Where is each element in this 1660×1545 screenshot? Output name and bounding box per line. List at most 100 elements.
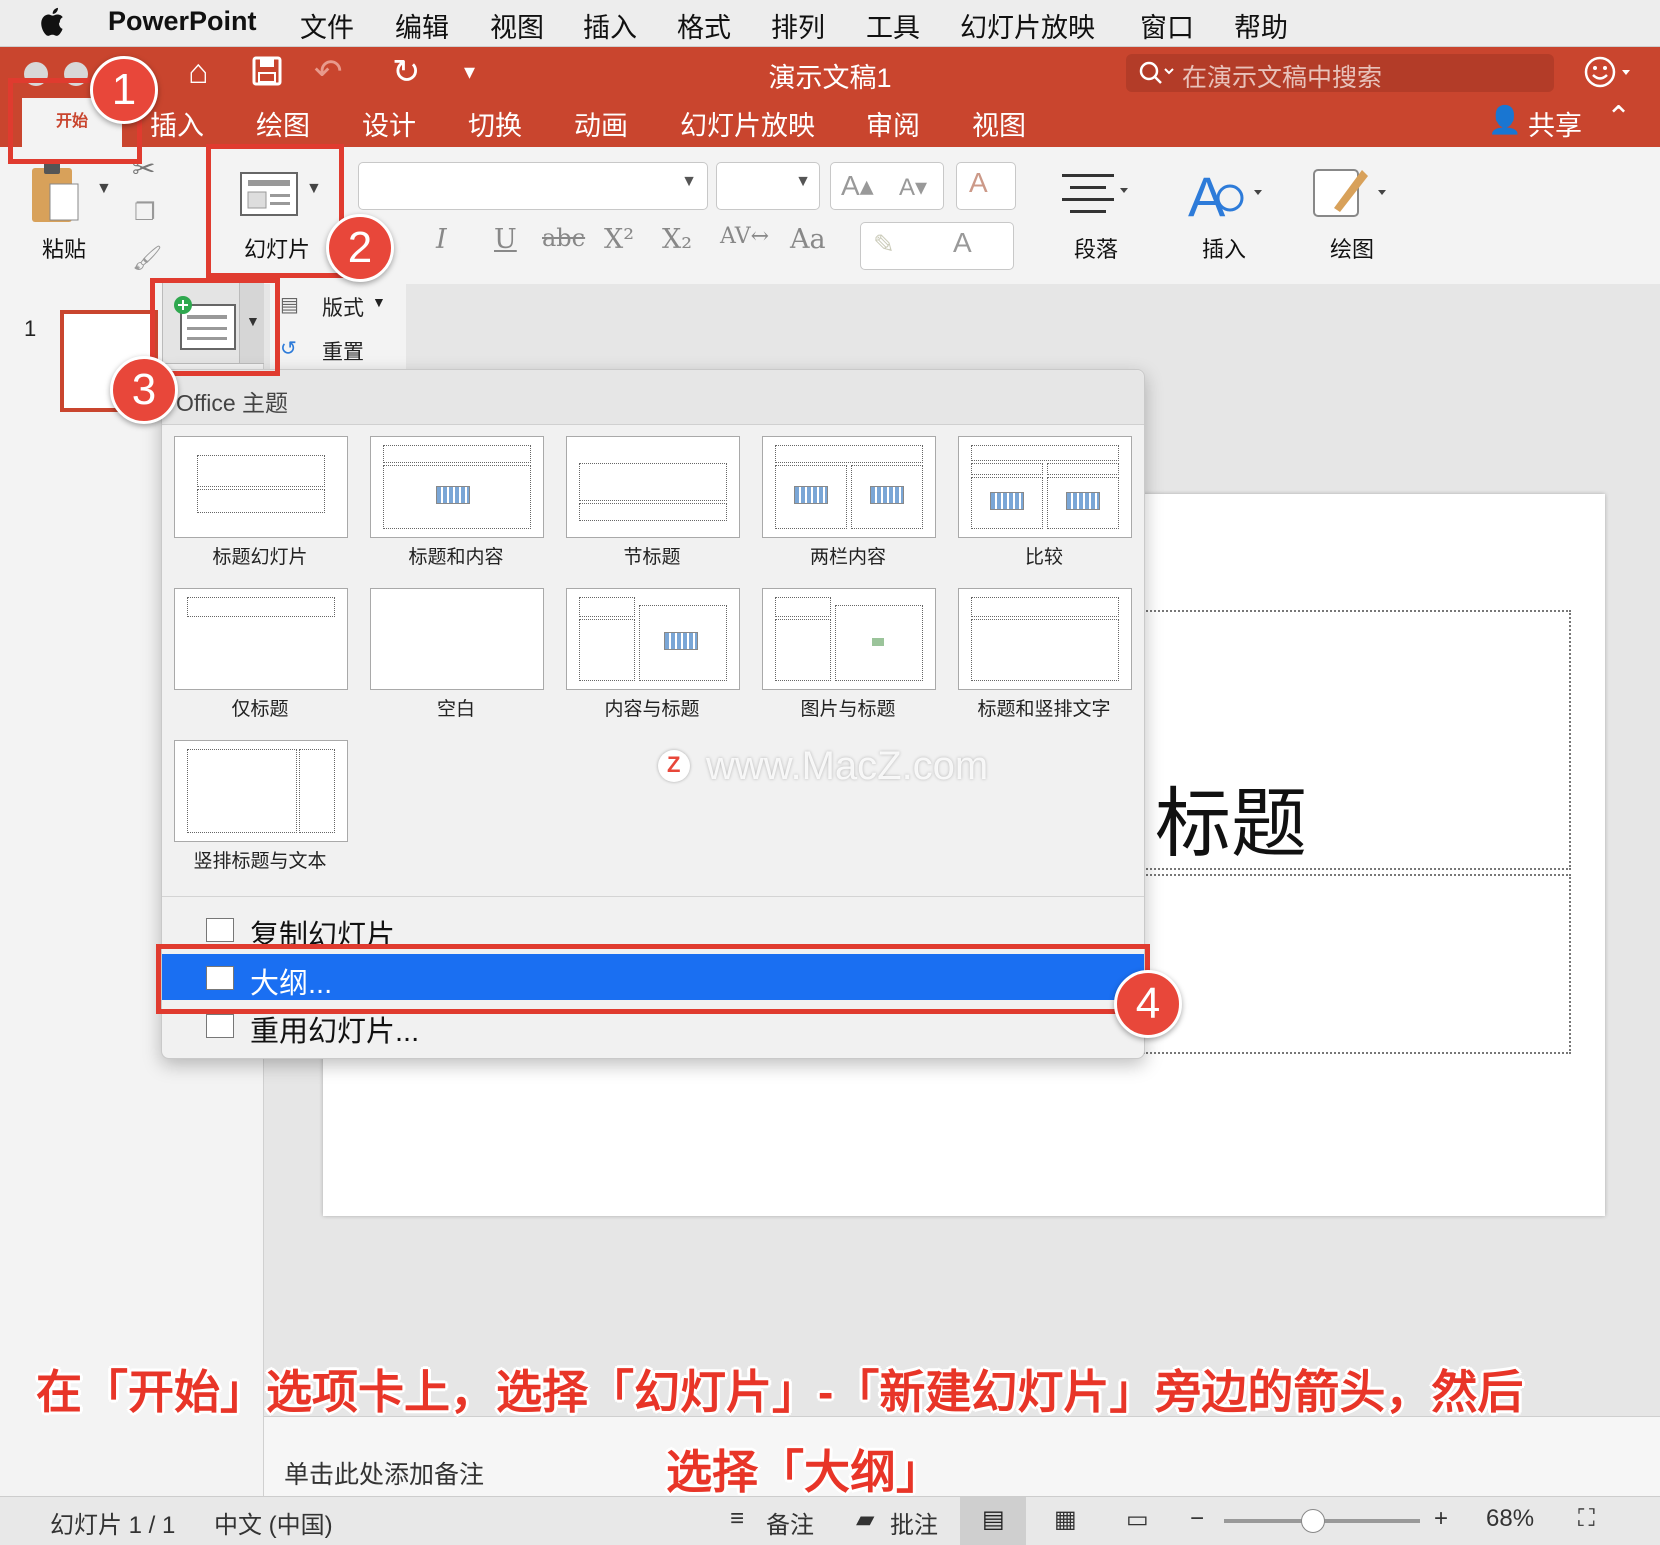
language-indicator[interactable]: 中文 (中国) bbox=[214, 1505, 333, 1540]
menu-format[interactable]: 格式 bbox=[677, 6, 731, 45]
duplicate-slide-icon bbox=[206, 918, 234, 942]
layout-label: 比较 bbox=[1024, 547, 1063, 568]
comments-icon: ▰ bbox=[856, 1506, 875, 1533]
font-name-dropdown-icon[interactable]: ▼ bbox=[681, 173, 697, 191]
highlight-box-outline bbox=[156, 944, 1150, 1014]
customize-toolbar-icon[interactable]: ▾ bbox=[464, 50, 475, 94]
zoom-out-icon[interactable]: − bbox=[1190, 1505, 1204, 1533]
menu-view[interactable]: 视图 bbox=[490, 6, 544, 45]
paragraph-icon[interactable] bbox=[1060, 170, 1130, 214]
home-icon[interactable]: ⌂ bbox=[188, 50, 209, 94]
title-placeholder[interactable]: 标题 bbox=[1143, 610, 1571, 870]
highlight-box-new-slide bbox=[150, 278, 280, 376]
layout-title-slide[interactable] bbox=[174, 436, 348, 538]
superscript-icon[interactable]: X² bbox=[604, 224, 634, 255]
font-size-dropdown-icon[interactable]: ▼ bbox=[795, 173, 811, 191]
theme-header: Office 主题 bbox=[176, 390, 289, 416]
redo-icon[interactable]: ↻ bbox=[392, 50, 421, 94]
shrink-font-icon[interactable]: A▾ bbox=[899, 173, 927, 202]
menu-tools[interactable]: 工具 bbox=[866, 6, 920, 45]
layout-label: 内容与标题 bbox=[604, 699, 700, 720]
layout-label: 标题和竖排文字 bbox=[977, 699, 1111, 720]
tab-animations[interactable]: 动画 bbox=[574, 104, 628, 143]
tab-draw[interactable]: 绘图 bbox=[256, 104, 310, 143]
notes-toggle[interactable]: 备注 bbox=[766, 1505, 814, 1540]
menu-window[interactable]: 窗口 bbox=[1140, 6, 1194, 45]
change-case-icon[interactable]: Aa bbox=[790, 224, 826, 255]
reset-icon: ↺ bbox=[280, 338, 297, 360]
comments-toggle[interactable]: 批注 bbox=[890, 1505, 938, 1540]
underline-icon[interactable]: U bbox=[494, 224, 517, 255]
menu-file[interactable]: 文件 bbox=[300, 6, 354, 45]
copy-icon[interactable]: ❐ bbox=[134, 198, 156, 227]
tab-design[interactable]: 设计 bbox=[362, 104, 416, 143]
collapse-ribbon-icon[interactable]: ⌃ bbox=[1606, 100, 1631, 135]
subscript-icon[interactable]: X₂ bbox=[662, 224, 692, 255]
slide-counter: 幻灯片 1 / 1 bbox=[50, 1512, 176, 1539]
slide-sorter-icon[interactable]: ▦ bbox=[1054, 1505, 1077, 1534]
strikethrough-icon[interactable]: abc bbox=[542, 224, 585, 252]
normal-view-button[interactable]: ▤ bbox=[960, 1497, 1026, 1545]
layout-title-vertical-text[interactable] bbox=[958, 588, 1132, 690]
layout-two-content[interactable] bbox=[762, 436, 936, 538]
layout-title-content[interactable] bbox=[370, 436, 544, 538]
draw-brush-icon[interactable] bbox=[1312, 164, 1388, 224]
apple-icon[interactable] bbox=[40, 4, 68, 38]
tab-review[interactable]: 审阅 bbox=[866, 104, 920, 143]
layout-vertical-title-text[interactable] bbox=[174, 740, 348, 842]
zoom-in-icon[interactable]: + bbox=[1434, 1505, 1448, 1533]
layout-comparison[interactable] bbox=[958, 436, 1132, 538]
tab-insert[interactable]: 插入 bbox=[150, 104, 204, 143]
tab-slideshow[interactable]: 幻灯片放映 bbox=[680, 104, 815, 143]
layout-blank[interactable] bbox=[370, 588, 544, 690]
highlight-icon[interactable]: ✎ bbox=[873, 229, 895, 260]
reading-view-icon[interactable]: ▭ bbox=[1126, 1505, 1149, 1534]
font-color-icon[interactable]: A bbox=[953, 227, 972, 259]
thumbnail-number: 1 bbox=[24, 316, 37, 341]
search-input[interactable]: 在演示文稿中搜索 bbox=[1126, 54, 1554, 92]
tab-view[interactable]: 视图 bbox=[972, 104, 1026, 143]
layout-content-caption[interactable] bbox=[566, 588, 740, 690]
status-bar: 幻灯片 1 / 1 中文 (中国) ≡ 备注 ▰ 批注 ▤ ▦ ▭ − + 68… bbox=[0, 1496, 1660, 1545]
tab-transitions[interactable]: 切换 bbox=[468, 104, 522, 143]
theme-header-bar: Office 主题 bbox=[162, 370, 1144, 425]
highlight-font-color-group[interactable]: ✎ A bbox=[860, 222, 1014, 270]
menu-help[interactable]: 帮助 bbox=[1234, 6, 1288, 45]
insert-shapes-icon[interactable]: A bbox=[1188, 164, 1264, 224]
menu-app-name[interactable]: PowerPoint bbox=[108, 6, 257, 37]
clear-format-button[interactable]: A bbox=[956, 162, 1016, 210]
menu-slideshow[interactable]: 幻灯片放映 bbox=[960, 6, 1095, 45]
notes-pane[interactable]: 单击此处添加备注 bbox=[264, 1416, 1660, 1497]
font-name-field[interactable]: ▼ bbox=[358, 162, 708, 210]
paste-dropdown-icon[interactable]: ▼ bbox=[96, 180, 112, 198]
layout-label: 节标题 bbox=[623, 547, 681, 568]
font-grow-shrink-buttons[interactable]: A▴ A▾ bbox=[830, 162, 944, 210]
zoom-level[interactable]: 68% bbox=[1486, 1505, 1534, 1533]
layout-dropdown-icon[interactable]: ▼ bbox=[372, 294, 386, 310]
undo-icon[interactable]: ↶ bbox=[314, 50, 343, 94]
fit-to-window-icon[interactable]: ⛶ bbox=[1578, 1505, 1595, 1533]
save-icon[interactable] bbox=[252, 56, 282, 86]
add-person-icon[interactable]: 👤 bbox=[1488, 104, 1522, 136]
menu-edit[interactable]: 编辑 bbox=[395, 6, 449, 45]
layout-button[interactable]: 版式 bbox=[322, 292, 364, 322]
layout-title-only[interactable] bbox=[174, 588, 348, 690]
smiley-feedback-icon[interactable] bbox=[1584, 56, 1634, 88]
watermark-logo: Z bbox=[658, 750, 690, 782]
reset-button[interactable]: 重置 bbox=[322, 336, 364, 366]
italic-icon[interactable]: I bbox=[436, 224, 447, 255]
menu-insert[interactable]: 插入 bbox=[583, 6, 637, 45]
font-size-field[interactable]: ▼ bbox=[716, 162, 820, 210]
character-spacing-icon[interactable]: AV↔ bbox=[720, 224, 769, 249]
paste-icon[interactable] bbox=[28, 160, 80, 228]
step-callout: 3 bbox=[110, 356, 178, 424]
menu-arrange[interactable]: 排列 bbox=[771, 6, 825, 45]
subtitle-placeholder[interactable] bbox=[1143, 874, 1571, 1054]
zoom-slider[interactable] bbox=[1224, 1509, 1420, 1533]
grow-font-icon[interactable]: A▴ bbox=[841, 169, 874, 202]
layout-picture-caption[interactable] bbox=[762, 588, 936, 690]
layout-section-header[interactable] bbox=[566, 436, 740, 538]
zoom-slider-thumb[interactable] bbox=[1301, 1509, 1326, 1533]
share-button[interactable]: 共享 bbox=[1528, 104, 1582, 143]
format-painter-icon[interactable]: 🖌 bbox=[132, 244, 162, 273]
